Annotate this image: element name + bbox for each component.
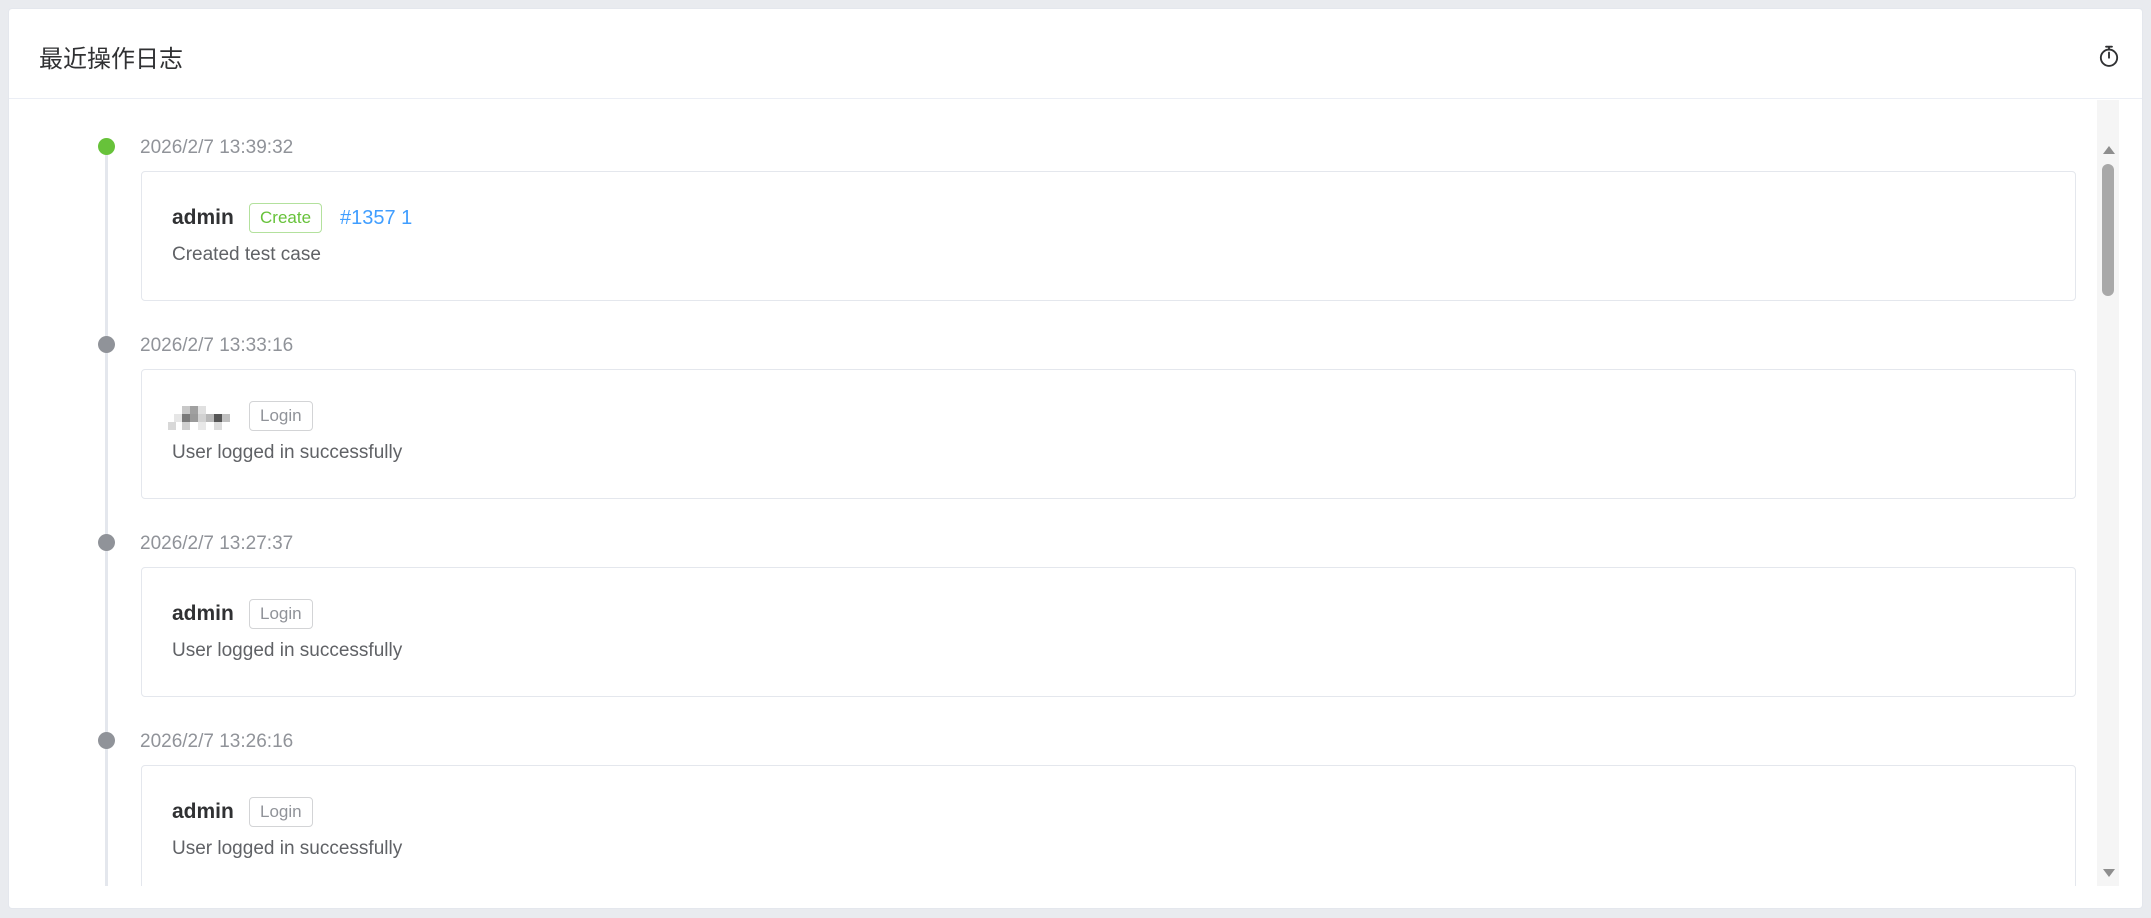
log-description: Created test case [172,244,321,265]
scroll-down-arrow-icon[interactable] [2103,869,2115,877]
timestamp: 2026/2/7 13:33:16 [140,335,294,356]
log-entry-card: Login User logged in successfully [141,369,2076,499]
action-tag-login: Login [249,401,313,431]
scrollbar[interactable] [2097,100,2119,886]
timeline: 2026/2/7 13:39:32 admin Create #1357 1 C… [9,100,2142,886]
log-entry-card: admin Create #1357 1 Created test case [141,171,2076,301]
timer-icon[interactable] [2095,42,2123,70]
action-tag-login: Login [249,797,313,827]
timeline-dot [98,732,115,749]
log-description: User logged in successfully [172,838,403,859]
log-description: User logged in successfully [172,640,403,661]
action-tag-login: Login [249,599,313,629]
username: admin [172,206,234,229]
timestamp: 2026/2/7 13:26:16 [140,731,294,752]
username: admin [172,800,234,823]
log-entry-card: admin Login User logged in successfully [141,567,2076,697]
timeline-dot [98,534,115,551]
timeline-dot [98,336,115,353]
scroll-up-arrow-icon[interactable] [2103,146,2115,154]
log-entry-card: admin Login User logged in successfully [141,765,2076,886]
timestamp: 2026/2/7 13:39:32 [140,137,294,158]
recent-logs-card: 最近操作日志 2026/2/7 13:39:32 admin Create #1… [8,8,2143,909]
page-title: 最近操作日志 [39,45,183,73]
timeline-dot-success [98,138,115,155]
scrollbar-thumb[interactable] [2102,164,2114,296]
timestamp: 2026/2/7 13:27:37 [140,533,294,554]
username: admin [172,602,234,625]
redacted-username [168,406,230,430]
timeline-line [105,140,108,886]
action-tag-create: Create [249,203,323,233]
log-description: User logged in successfully [172,442,403,463]
card-header: 最近操作日志 [9,9,2142,99]
test-case-link[interactable]: #1357 1 [340,206,412,230]
